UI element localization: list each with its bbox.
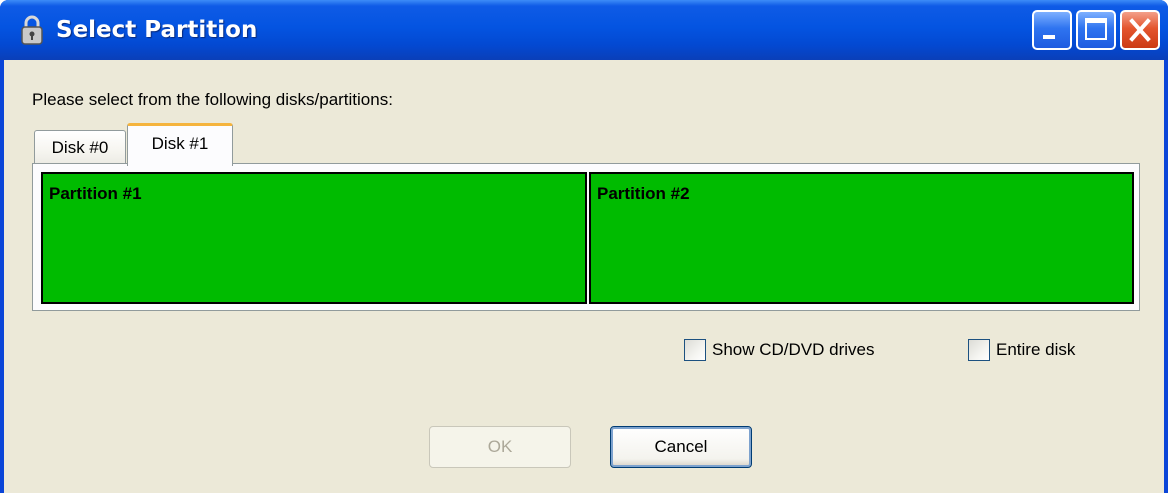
maximize-button[interactable] [1076,10,1116,50]
partition-panel: Partition #1 Partition #2 [32,163,1140,311]
entire-disk-option[interactable]: Entire disk [968,337,1075,363]
entire-disk-label[interactable]: Entire disk [996,340,1075,360]
show-cd-dvd-checkbox[interactable] [684,339,706,361]
tab-disk-1[interactable]: Disk #1 [127,123,233,166]
cancel-button[interactable]: Cancel [610,426,752,468]
tab-disk-0[interactable]: Disk #0 [34,130,126,164]
partition-2[interactable]: Partition #2 [589,172,1134,304]
partition-1-label: Partition #1 [49,184,142,203]
minimize-icon [1043,35,1055,39]
entire-disk-checkbox[interactable] [968,339,990,361]
minimize-button[interactable] [1032,10,1072,50]
partition-2-label: Partition #2 [597,184,690,203]
ok-button[interactable]: OK [429,426,571,468]
lock-icon [21,15,43,45]
instruction-text: Please select from the following disks/p… [32,90,393,109]
dialog-body: Please select from the following disks/p… [4,60,1164,493]
maximize-icon [1085,18,1107,40]
title-bar[interactable]: Select Partition [0,0,1168,60]
show-cd-dvd-option[interactable]: Show CD/DVD drives [684,337,875,363]
close-button[interactable] [1120,10,1160,50]
partition-1[interactable]: Partition #1 [41,172,587,304]
close-icon [1129,18,1151,42]
select-partition-window: Select Partition Please select from the … [0,0,1168,493]
window-title: Select Partition [56,17,258,43]
show-cd-dvd-label[interactable]: Show CD/DVD drives [712,340,875,360]
